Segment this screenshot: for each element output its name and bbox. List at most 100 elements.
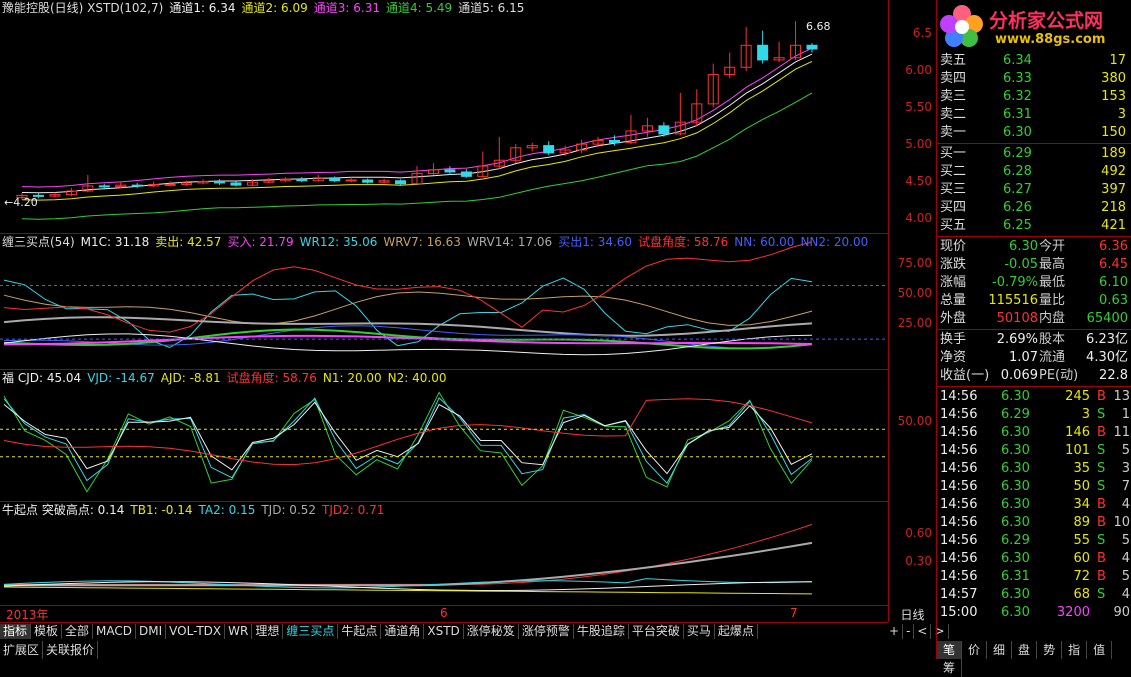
ask-label: 卖四 — [940, 71, 967, 86]
tab-13[interactable]: 涨停预警 — [519, 624, 574, 639]
fin-label: 流通 — [1039, 350, 1066, 365]
quote-row: 现价 6.30 今开 6.36 — [937, 238, 1131, 256]
ind3-header-item: 牛起点 突破高点: 0.14 — [2, 503, 125, 517]
vjd-line — [3, 397, 813, 485]
tab-5[interactable]: VOL-TDX — [166, 624, 226, 639]
tick-row: 14:56 6.30 50 S 7 — [937, 478, 1131, 496]
quote-tab-3[interactable]: 盘 — [1012, 641, 1038, 659]
tick-volume: 50 — [1073, 479, 1090, 494]
quote-tab-0[interactable]: 笔 — [937, 641, 963, 659]
quote-row: 涨跌 -0.05 最高 6.45 — [937, 256, 1131, 274]
separator — [937, 329, 1131, 330]
ext-tab-0[interactable]: 扩展区 — [0, 641, 44, 659]
tab-17[interactable]: 起爆点 — [715, 624, 758, 639]
tick-count: 7 — [1121, 479, 1130, 494]
high-label: 6.68 — [806, 20, 831, 33]
quote-tab-7[interactable]: 筹 — [937, 659, 963, 677]
ind1-header-item: WRV14: 17.06 — [466, 235, 553, 249]
fin-value: 4.30亿 — [1086, 350, 1128, 365]
quote-panel: 分析家公式网 www.88gs.com 卖五 6.34 17 卖四 6.33 380 卖三 6… — [936, 0, 1131, 677]
ind1-axis-tick: 25.00 — [897, 316, 932, 330]
tick-volume: 60 — [1073, 551, 1090, 566]
tick-count: 5 — [1121, 443, 1130, 458]
tick-side: S — [1097, 479, 1106, 494]
indicator3-panel[interactable]: 牛起点 突破高点: 0.14 TB1: -0.14 TA2: 0.15 TJD: 0.… — [0, 502, 888, 606]
tab-8[interactable]: 缠三买点 — [283, 624, 339, 639]
ind3-header-item: TA2: 0.15 — [198, 503, 256, 517]
indicator1-panel[interactable]: 缠三买点(54) M1C: 31.18 卖出: 42.57 买入: 21.79 WR12… — [0, 234, 888, 370]
tick-row: 14:57 6.30 68 S 4 — [937, 586, 1131, 604]
tab-control-0[interactable]: + — [886, 624, 904, 639]
kline-panel[interactable]: 豫能控股(日线) XSTD(102,7) 通道1: 6.34 通道2: 6.09 通道… — [0, 0, 888, 234]
tick-count: 90 — [1113, 605, 1130, 620]
ind3-axis-tick: 0.30 — [905, 554, 932, 568]
quote-value: -0.05 — [1004, 257, 1038, 272]
quote-label: 总量 — [940, 293, 967, 308]
tab-10[interactable]: 通道角 — [381, 624, 425, 639]
tick-price: 6.30 — [1001, 497, 1030, 512]
indicator2-chart[interactable] — [0, 370, 888, 502]
ind2-header-item: N2: 40.00 — [387, 371, 447, 385]
low-label: ←4.20 — [4, 196, 38, 209]
quote-tab-2[interactable]: 细 — [987, 641, 1013, 659]
timeline-bar: 2013年 6 7 — [0, 606, 888, 623]
kline-chart[interactable]: 6.68 ←4.20 — [0, 0, 888, 234]
tick-count: 3 — [1121, 461, 1130, 476]
tick-time: 14:56 — [940, 551, 978, 566]
quote-tab-4[interactable]: 势 — [1037, 641, 1063, 659]
quote-label: 今开 — [1039, 239, 1066, 254]
ind2-header-item: VJD: -14.67 — [87, 371, 155, 385]
tab-7[interactable]: 理想 — [252, 624, 284, 639]
tab-2[interactable]: 全部 — [62, 624, 94, 639]
tick-volume: 68 — [1073, 587, 1090, 602]
tab-3[interactable]: MACD — [93, 624, 137, 639]
ask-row: 卖五 6.34 17 — [937, 52, 1131, 70]
fin-value: 1.07 — [1009, 350, 1038, 365]
bid-label: 买五 — [940, 218, 967, 233]
tick-volume: 89 — [1073, 515, 1090, 530]
indicator3-chart[interactable] — [0, 502, 888, 606]
tick-row: 14:56 6.29 55 S 5 — [937, 532, 1131, 550]
tab-9[interactable]: 牛起点 — [338, 624, 382, 639]
tab-11[interactable]: XSTD — [424, 624, 464, 639]
quote-value: -0.79% — [992, 275, 1038, 290]
tab-14[interactable]: 牛股追踪 — [574, 624, 629, 639]
tab-control-2[interactable]: < — [914, 624, 932, 639]
fin-value: 22.8 — [1099, 368, 1128, 383]
tick-price: 6.30 — [1001, 389, 1030, 404]
tick-side: S — [1097, 533, 1106, 548]
kline-axis: 6.5 6.00 5.50 5.00 4.50 4.00 — [888, 0, 936, 234]
tab-15[interactable]: 平台突破 — [629, 624, 684, 639]
tab-0[interactable]: 指标 — [0, 624, 32, 639]
period-label[interactable]: 日线 — [888, 606, 936, 622]
indicator3-header: 牛起点 突破高点: 0.14 TB1: -0.14 TA2: 0.15 TJD: 0.… — [2, 503, 390, 517]
tick-volume: 146 — [1065, 425, 1090, 440]
indicator1-chart[interactable] — [0, 234, 888, 370]
candle-body — [131, 184, 143, 187]
tab-16[interactable]: 买马 — [684, 624, 715, 639]
tab-6[interactable]: WR — [225, 624, 253, 639]
ind1-header-item: WRV7: 16.63 — [383, 235, 461, 249]
ext-tab-1[interactable]: 关联报价 — [43, 641, 99, 659]
bid-volume: 189 — [1101, 146, 1126, 161]
ind2-header-item: 福 CJD: 45.04 — [2, 371, 82, 385]
quote-label: 量比 — [1039, 293, 1066, 308]
kline-axis-tick: 5.50 — [905, 100, 932, 114]
tab-12[interactable]: 涨停秘笈 — [464, 624, 519, 639]
ask-price: 6.31 — [1003, 107, 1032, 122]
indicator2-panel[interactable]: 福 CJD: 45.04 VJD: -14.67 AJD: -8.81 试盘角度: 5… — [0, 370, 888, 502]
tick-side: B — [1097, 569, 1106, 584]
tjd2-line — [4, 523, 813, 585]
ask-row: 卖一 6.30 150 — [937, 124, 1131, 142]
tab-1[interactable]: 模板 — [31, 624, 63, 639]
tab-control-1[interactable]: - — [903, 624, 915, 639]
bid-volume: 421 — [1101, 218, 1126, 233]
quote-tab-1[interactable]: 价 — [962, 641, 988, 659]
tick-time: 14:57 — [940, 587, 978, 602]
quote-tab-6[interactable]: 值 — [1087, 641, 1113, 659]
ask-label: 卖二 — [940, 107, 967, 122]
bid-row: 买四 6.26 218 — [937, 199, 1131, 217]
tab-4[interactable]: DMI — [136, 624, 167, 639]
tick-side: S — [1097, 443, 1106, 458]
quote-tab-5[interactable]: 指 — [1062, 641, 1088, 659]
